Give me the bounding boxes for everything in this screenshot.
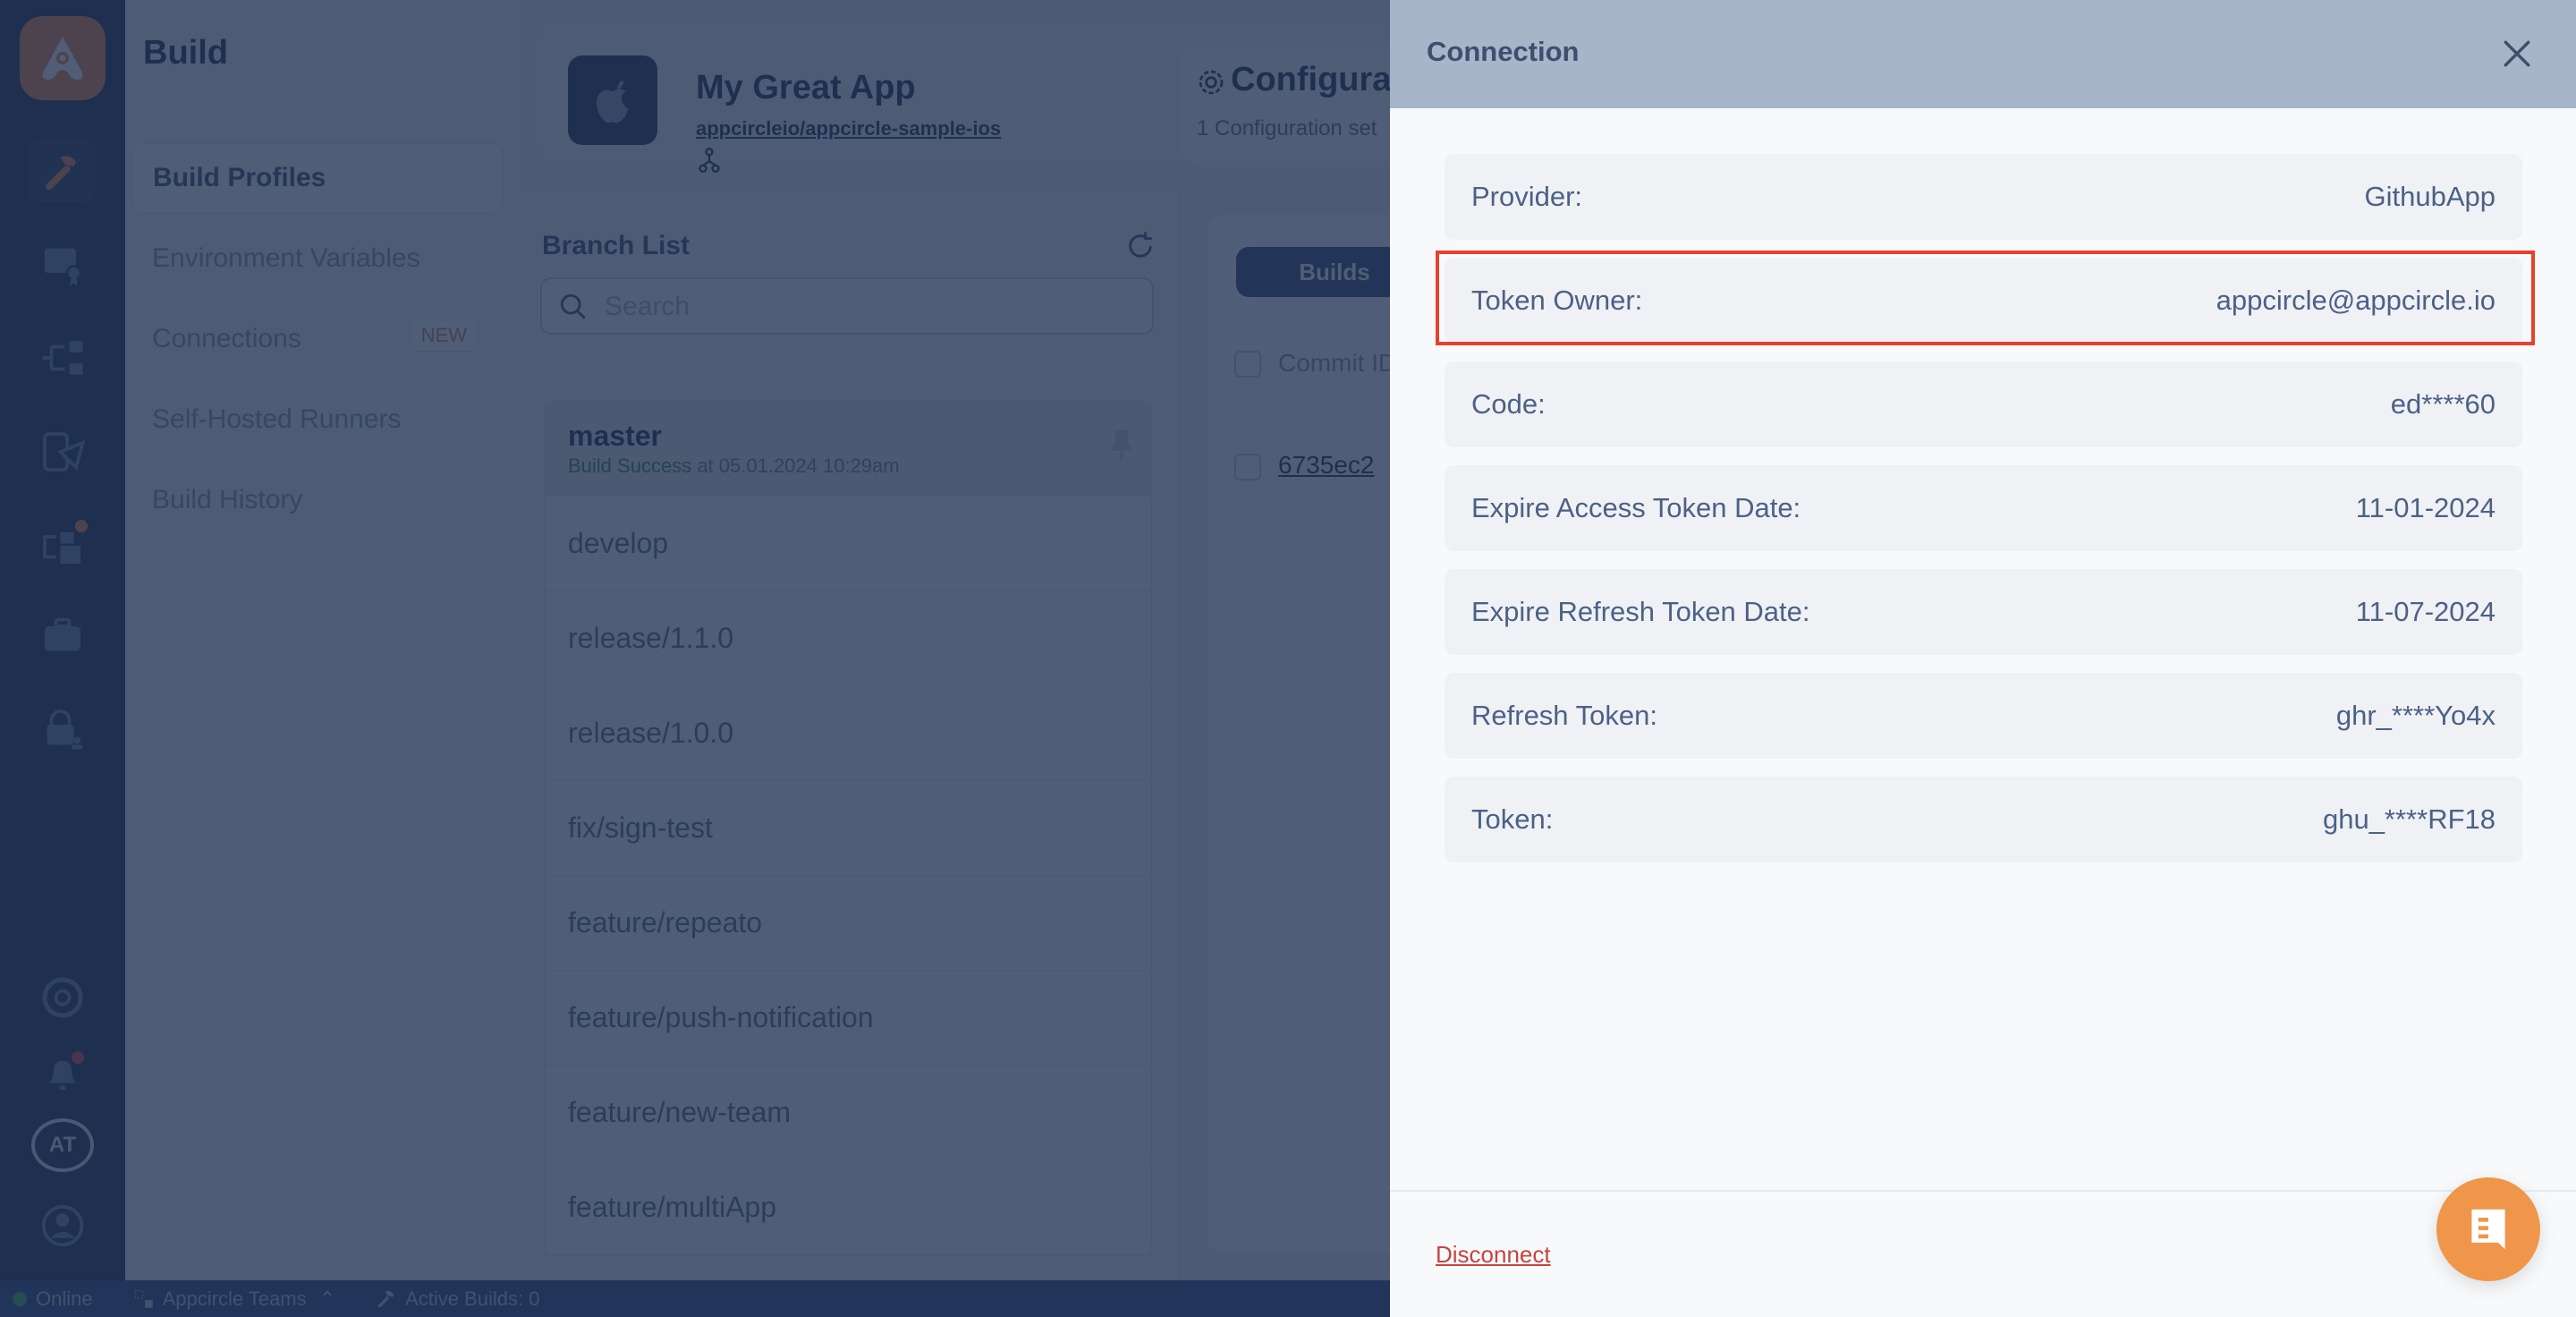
field-label: Refresh Token: — [1471, 700, 1657, 731]
field-label: Provider: — [1471, 181, 1583, 212]
connection-drawer: Connection Provider: GithubApp Token Own… — [1390, 0, 2576, 1317]
field-label: Expire Access Token Date: — [1471, 492, 1801, 523]
field-code: Code: ed****60 — [1445, 361, 2522, 447]
field-label: Token: — [1471, 803, 1554, 835]
field-refresh-token: Refresh Token: ghr_****Yo4x — [1445, 673, 2522, 759]
field-label: Code: — [1471, 388, 1546, 420]
field-token: Token: ghu_****RF18 — [1445, 777, 2522, 862]
drawer-header: Connection — [1390, 0, 2576, 108]
field-value: ed****60 — [2390, 388, 2496, 420]
field-value: appcircle@appcircle.io — [2216, 285, 2496, 316]
chat-icon — [2471, 1209, 2505, 1250]
close-button[interactable] — [2492, 29, 2542, 79]
field-expire-access-token-date: Expire Access Token Date: 11-01-2024 — [1445, 465, 2522, 551]
disconnect-link[interactable]: Disconnect — [1436, 1241, 1551, 1269]
field-label: Token Owner: — [1471, 285, 1643, 316]
drawer-title: Connection — [1427, 36, 1580, 67]
modal-overlay[interactable] — [0, 0, 1390, 1317]
field-value: 11-07-2024 — [2355, 596, 2496, 627]
field-label: Expire Refresh Token Date: — [1471, 596, 1810, 627]
footer-divider — [1390, 1190, 2576, 1192]
field-value: ghu_****RF18 — [2322, 803, 2496, 835]
field-value: ghr_****Yo4x — [2335, 700, 2496, 731]
field-value: 11-01-2024 — [2355, 492, 2496, 523]
field-provider: Provider: GithubApp — [1445, 154, 2522, 240]
field-token-owner: Token Owner: appcircle@appcircle.io — [1445, 258, 2522, 344]
close-icon — [2504, 40, 2530, 67]
field-value: GithubApp — [2364, 181, 2496, 212]
chat-support-button[interactable] — [2436, 1177, 2540, 1281]
field-expire-refresh-token-date: Expire Refresh Token Date: 11-07-2024 — [1445, 569, 2522, 655]
